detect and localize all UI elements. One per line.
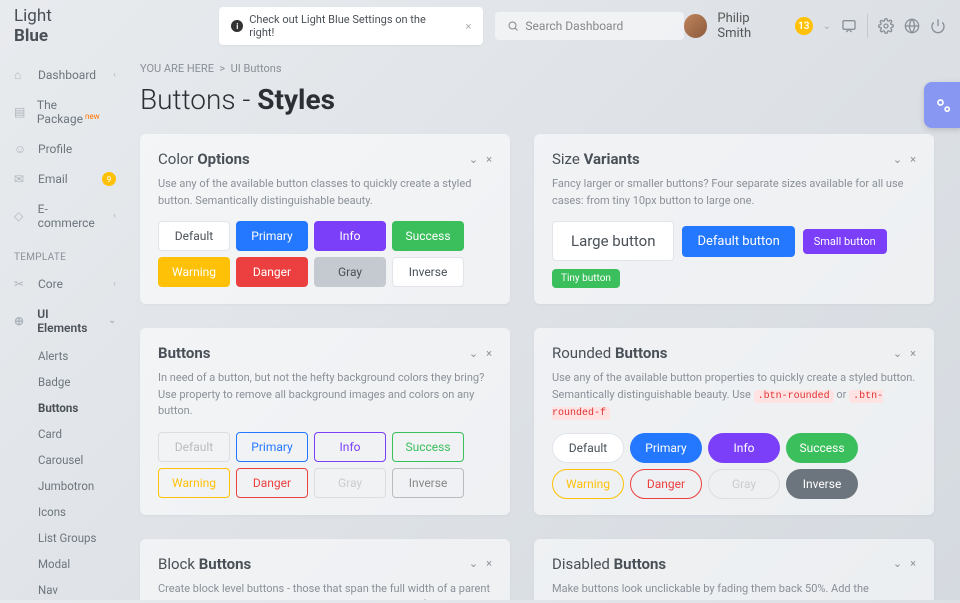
sidebar-item-email[interactable]: ✉Email9 bbox=[0, 164, 130, 194]
card-disabled-buttons: Disabled Buttons⌄× Make buttons look unc… bbox=[534, 539, 934, 601]
info-button[interactable]: Info bbox=[314, 221, 386, 251]
card-block-buttons: Block Buttons⌄× Create block level butto… bbox=[140, 539, 510, 601]
sub-item-modal[interactable]: Modal bbox=[0, 551, 130, 577]
sub-item-card[interactable]: Card bbox=[0, 421, 130, 447]
sidebar-item-dashboard[interactable]: ⌂Dashboard‹ bbox=[0, 60, 130, 90]
card-size-variants: Size Variants⌄× Fancy larger or smaller … bbox=[534, 134, 934, 304]
user-icon: ☺ bbox=[14, 142, 28, 156]
gear-icon[interactable] bbox=[878, 18, 894, 34]
inverse-outline-button[interactable]: Inverse bbox=[392, 468, 464, 498]
success-button[interactable]: Success bbox=[392, 221, 464, 251]
chevron-down-icon[interactable]: ⌄ bbox=[893, 347, 902, 360]
breadcrumb: YOU ARE HERE > UI Buttons bbox=[140, 62, 934, 75]
gray-button[interactable]: Gray bbox=[314, 257, 386, 287]
search-icon bbox=[507, 20, 519, 32]
chevron-down-icon: ⌄ bbox=[108, 316, 116, 326]
sub-item-list-groups[interactable]: List Groups bbox=[0, 525, 130, 551]
success-round-button[interactable]: Success bbox=[786, 433, 858, 463]
default-size-button[interactable]: Default button bbox=[682, 226, 794, 257]
primary-round-button[interactable]: Primary bbox=[630, 433, 702, 463]
tiny-button[interactable]: Tiny button bbox=[552, 269, 620, 288]
globe-icon: ⊕ bbox=[14, 314, 27, 328]
small-button[interactable]: Small button bbox=[803, 229, 887, 254]
gray-round-button[interactable]: Gray bbox=[708, 469, 780, 499]
chevron-down-icon[interactable]: ⌄ bbox=[469, 347, 478, 360]
info-icon: i bbox=[231, 20, 243, 32]
chevron-down-icon[interactable]: ⌄ bbox=[469, 153, 478, 166]
sub-item-carousel[interactable]: Carousel bbox=[0, 447, 130, 473]
close-icon[interactable]: × bbox=[486, 347, 492, 360]
default-button[interactable]: Default bbox=[158, 221, 230, 251]
app-logo[interactable]: Light Blue bbox=[14, 6, 89, 46]
sub-item-alerts[interactable]: Alerts bbox=[0, 343, 130, 369]
default-outline-button[interactable]: Default bbox=[158, 432, 230, 462]
close-icon[interactable]: × bbox=[910, 153, 916, 166]
close-icon[interactable]: × bbox=[486, 557, 492, 570]
globe-icon[interactable] bbox=[904, 18, 920, 34]
danger-button[interactable]: Danger bbox=[236, 257, 308, 287]
danger-round-button[interactable]: Danger bbox=[630, 469, 702, 499]
sidebar-item-profile[interactable]: ☺Profile bbox=[0, 134, 130, 164]
inverse-round-button[interactable]: Inverse bbox=[786, 469, 858, 499]
chevron-down-icon[interactable]: ⌄ bbox=[893, 153, 902, 166]
primary-button[interactable]: Primary bbox=[236, 221, 308, 251]
sub-item-jumbotron[interactable]: Jumbotron bbox=[0, 473, 130, 499]
tools-icon: ✂ bbox=[14, 277, 28, 291]
settings-fab[interactable] bbox=[924, 82, 960, 128]
home-icon: ⌂ bbox=[14, 68, 28, 82]
power-icon[interactable] bbox=[930, 18, 946, 34]
default-round-button[interactable]: Default bbox=[552, 433, 624, 463]
notification-count-badge: 13 bbox=[795, 17, 813, 35]
primary-outline-button[interactable]: Primary bbox=[236, 432, 308, 462]
package-icon: ▤ bbox=[14, 105, 27, 119]
close-icon[interactable]: × bbox=[910, 557, 916, 570]
card-buttons-outline: Buttons⌄× In need of a button, but not t… bbox=[140, 328, 510, 515]
sub-item-badge[interactable]: Badge bbox=[0, 369, 130, 395]
chevron-left-icon: ‹ bbox=[113, 279, 116, 289]
close-icon[interactable]: × bbox=[910, 347, 916, 360]
chevron-down-icon[interactable]: ⌄ bbox=[469, 557, 478, 570]
warning-button[interactable]: Warning bbox=[158, 257, 230, 287]
chevron-left-icon: ‹ bbox=[113, 211, 116, 221]
chevron-left-icon: ‹ bbox=[113, 70, 116, 80]
sidebar: ⌂Dashboard‹ ▤The Packagenew ☺Profile ✉Em… bbox=[0, 52, 130, 600]
sidebar-item-package[interactable]: ▤The Packagenew bbox=[0, 90, 130, 134]
chat-icon[interactable] bbox=[841, 18, 857, 34]
inverse-button[interactable]: Inverse bbox=[392, 257, 464, 287]
user-name[interactable]: Philip Smith bbox=[717, 11, 785, 41]
avatar[interactable] bbox=[684, 14, 707, 38]
warning-outline-button[interactable]: Warning bbox=[158, 468, 230, 498]
info-outline-button[interactable]: Info bbox=[314, 432, 386, 462]
warning-round-button[interactable]: Warning bbox=[552, 469, 624, 499]
diamond-icon: ◇ bbox=[14, 209, 28, 223]
large-button[interactable]: Large button bbox=[552, 221, 674, 261]
sub-item-buttons[interactable]: Buttons bbox=[0, 395, 130, 421]
success-outline-button[interactable]: Success bbox=[392, 432, 464, 462]
gray-outline-button[interactable]: Gray bbox=[314, 468, 386, 498]
gears-icon bbox=[933, 95, 953, 115]
close-icon[interactable]: × bbox=[466, 20, 472, 33]
sub-item-nav[interactable]: Nav bbox=[0, 577, 130, 603]
chevron-down-icon[interactable]: ⌄ bbox=[823, 21, 831, 32]
sidebar-item-core[interactable]: ✂Core‹ bbox=[0, 269, 130, 299]
search-input[interactable]: Search Dashboard bbox=[495, 12, 684, 40]
card-color-options: Color Options⌄× Use any of the available… bbox=[140, 134, 510, 304]
chevron-down-icon[interactable]: ⌄ bbox=[893, 557, 902, 570]
card-rounded-buttons: Rounded Buttons⌄× Use any of the availab… bbox=[534, 328, 934, 515]
email-badge: 9 bbox=[102, 172, 116, 186]
sidebar-section-header: TEMPLATE bbox=[0, 238, 130, 269]
sidebar-item-ecommerce[interactable]: ◇E-commerce‹ bbox=[0, 194, 130, 238]
mail-icon: ✉ bbox=[14, 172, 28, 186]
sidebar-item-ui-elements[interactable]: ⊕UI Elements⌄ bbox=[0, 299, 130, 343]
info-round-button[interactable]: Info bbox=[708, 433, 780, 463]
close-icon[interactable]: × bbox=[486, 153, 492, 166]
settings-notification: i Check out Light Blue Settings on the r… bbox=[219, 7, 483, 45]
sub-item-icons[interactable]: Icons bbox=[0, 499, 130, 525]
danger-outline-button[interactable]: Danger bbox=[236, 468, 308, 498]
page-title: Buttons - Styles bbox=[140, 83, 934, 116]
